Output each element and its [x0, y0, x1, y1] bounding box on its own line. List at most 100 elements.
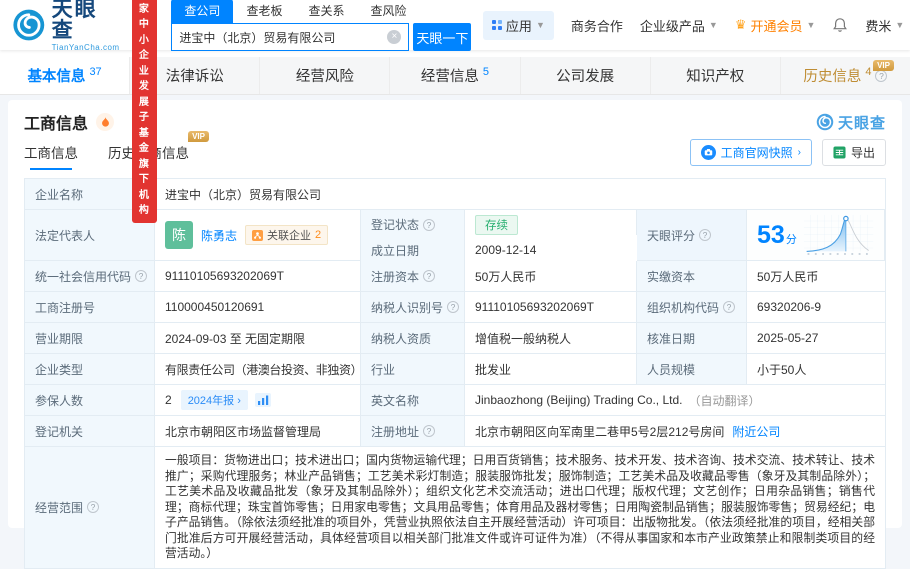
tab-intellectual-property[interactable]: 知识产权 [651, 57, 781, 94]
related-companies-icon [252, 229, 264, 241]
table-row: 企业类型 有限责任公司（港澳台投资、非独资） 行业 批发业 人员规模 小于50人 [25, 354, 885, 385]
nav-vip-label: 开通会员 [750, 18, 803, 34]
tab-count: 4 [865, 65, 872, 78]
org-code-label: 组织机构代码 [647, 300, 720, 315]
official-snapshot-button[interactable]: 工商官网快照 › [689, 139, 812, 166]
tab-business-info[interactable]: 经营信息 5 [390, 57, 521, 94]
search-block: 查公司 查老板 查关系 查风险 × 天眼一下 [171, 0, 472, 51]
field-label: 企业类型 [25, 354, 155, 384]
nav-apps-label: 应用 [505, 18, 532, 34]
company-type-value: 有限责任公司（港澳台投资、非独资） [155, 354, 361, 384]
help-icon[interactable]: ? [423, 218, 436, 231]
nav-user[interactable]: 费米 ▼ [865, 16, 904, 35]
field-label: 核准日期 [637, 323, 747, 353]
subtab-business-registration[interactable]: 工商信息 [24, 142, 78, 170]
trend-chart-button[interactable] [254, 393, 271, 407]
score-distribution-chart [803, 214, 874, 255]
status-label: 登记状态 [371, 218, 420, 232]
credit-code-label: 统一社会信用代码 [35, 269, 132, 284]
registered-capital-label: 注册资本 [371, 269, 420, 284]
related-badge-label: 关联企业 [267, 230, 312, 242]
table-row: 工商注册号 110000450120691 纳税人识别号? 9111010569… [25, 292, 885, 323]
table-row: 登记机关 北京市朝阳区市场监督管理局 注册地址? 北京市朝阳区向军南里二巷甲5号… [25, 416, 885, 447]
industry-value: 批发业 [465, 354, 637, 384]
field-label: 统一社会信用代码? [25, 261, 155, 291]
help-icon[interactable]: ? [723, 301, 736, 313]
help-icon[interactable]: ? [423, 270, 436, 282]
watermark-label: 天眼查 [837, 114, 886, 132]
business-term-value: 2024-09-03 至 无固定期限 [155, 323, 361, 353]
tab-basic-info[interactable]: 基本信息 37 [0, 57, 131, 94]
avatar: 陈 [165, 221, 193, 249]
search-tabs: 查公司 查老板 查关系 查风险 [171, 0, 471, 23]
nav-notifications[interactable] [832, 17, 848, 33]
search-button[interactable]: 天眼一下 [413, 23, 472, 51]
score-label: 天眼评分 [647, 228, 696, 243]
app-grid-icon [492, 20, 502, 30]
field-label: 英文名称 [361, 385, 465, 415]
tab-label: 公司发展 [556, 69, 615, 85]
tab-history-info[interactable]: VIP 历史信息 4 ? [781, 57, 910, 94]
taxpayer-id-value: 91110105693202069T [465, 292, 637, 322]
nav-cooperation-label: 商务合作 [570, 18, 623, 34]
chevron-down-icon: ▼ [895, 20, 905, 30]
tab-label: 历史信息 [803, 69, 862, 85]
export-label: 导出 [850, 146, 875, 160]
field-label: 登记机关 [25, 416, 155, 446]
tab-operational-risk[interactable]: 经营风险 [260, 57, 391, 94]
nav-vip[interactable]: ♛ 开通会员 ▼ [735, 16, 816, 35]
clear-search-icon[interactable]: × [387, 30, 402, 44]
search-tab-boss[interactable]: 查老板 [233, 0, 295, 23]
approval-date-value: 2025-05-27 [747, 323, 885, 353]
search-input[interactable] [179, 30, 388, 44]
search-tab-relation[interactable]: 查关系 [295, 0, 357, 23]
registered-address-label: 注册地址 [371, 424, 420, 439]
registered-address-value: 北京市朝阳区向军南里二巷甲5号2层212号房间 [475, 424, 725, 439]
help-icon[interactable]: ? [875, 69, 888, 82]
field-label: 纳税人资质 [361, 323, 465, 353]
chevron-down-icon: ▼ [535, 20, 545, 30]
nearby-companies-link[interactable]: 附近公司 [732, 423, 780, 440]
slogan-line-2: 国家中小企业发展子基金旗下机构 [138, 3, 151, 217]
annual-report-badge[interactable]: 2024年报 › [180, 390, 248, 410]
registration-info-table: 企业名称 进宝中（北京）贸易有限公司 法定代表人 陈 陈勇志 关联企业 2 登记… [24, 178, 886, 569]
staff-size-value: 小于50人 [747, 354, 885, 384]
table-row: 经营范围? 一般项目：货物进出口；技术进出口；国内货物运输代理；日用百货销售；技… [25, 447, 885, 568]
field-label: 人员规模 [637, 354, 747, 384]
top-navbar: 天眼查 TianYanCha.com 都在用的商业查询工具 国家中小企业发展子基… [0, 0, 910, 223]
nav-enterprise[interactable]: 企业级产品 ▼ [640, 16, 718, 35]
field-label: 营业期限 [25, 323, 155, 353]
navbar-right: 应用 ▼ 商务合作 企业级产品 ▼ ♛ 开通会员 ▼ 费米 ▼ [483, 10, 904, 40]
help-icon[interactable]: ? [87, 501, 100, 514]
legal-rep-link[interactable]: 陈勇志 [201, 227, 237, 244]
logo-swirl-icon [13, 9, 45, 41]
field-label: 组织机构代码? [637, 292, 747, 322]
nav-cooperation[interactable]: 商务合作 [571, 16, 623, 35]
field-label: 工商注册号 [25, 292, 155, 322]
tianyancha-logo[interactable]: 天眼查 TianYanCha.com [12, 0, 120, 52]
field-label: 经营范围? [25, 447, 155, 568]
tianyan-score-cell: 53分 [747, 210, 885, 260]
search-tab-company[interactable]: 查公司 [171, 0, 234, 23]
business-scope-label: 经营范围 [35, 500, 84, 515]
annual-report-label: 2024年报 [187, 395, 235, 407]
related-badge-count: 2 [315, 229, 322, 241]
registration-authority-value: 北京市朝阳区市场监督管理局 [155, 416, 361, 446]
search-tab-risk[interactable]: 查风险 [357, 0, 419, 23]
help-icon[interactable]: ? [447, 301, 460, 313]
section-title: 工商信息 [24, 116, 89, 133]
watermark-swirl-icon [816, 113, 834, 131]
logo-title: 天眼查 [51, 0, 98, 42]
nav-apps[interactable]: 应用 ▼ [483, 10, 554, 40]
export-button[interactable]: 导出 [821, 139, 886, 166]
help-icon[interactable]: ? [135, 270, 148, 282]
tab-label: 知识产权 [686, 69, 745, 85]
help-icon[interactable]: ? [699, 229, 712, 241]
logo-domain: TianYanCha.com [51, 42, 120, 52]
arrow-right-icon: › [797, 147, 801, 158]
bell-icon [833, 18, 848, 32]
related-companies-badge[interactable]: 关联企业 2 [245, 225, 329, 245]
tab-company-development[interactable]: 公司发展 [521, 57, 651, 94]
registered-capital-value: 50万人民币 [465, 261, 637, 291]
help-icon[interactable]: ? [423, 425, 436, 437]
